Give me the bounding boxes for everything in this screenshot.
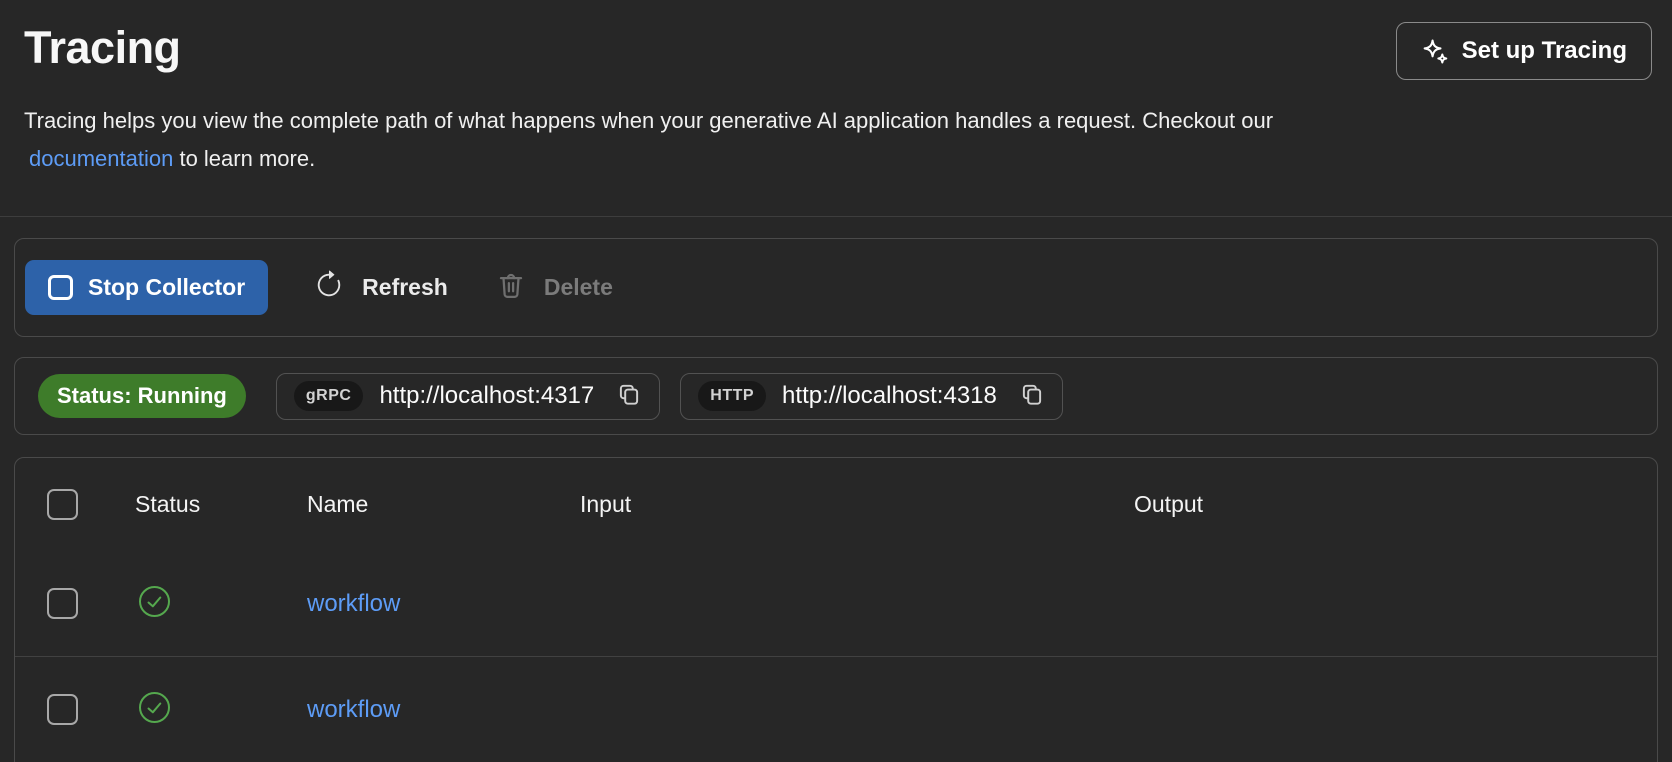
- column-header-output: Output: [1134, 491, 1204, 517]
- column-header-input: Input: [580, 491, 632, 517]
- copy-http-url-button[interactable]: [1019, 382, 1045, 411]
- description-tail: to learn more.: [179, 146, 316, 171]
- table-row: workflow: [15, 551, 1657, 657]
- stop-collector-button[interactable]: Stop Collector: [25, 260, 269, 315]
- table-row: workflow: [15, 657, 1657, 762]
- status-badge: Status: Running: [38, 374, 246, 418]
- sparkles-icon: [1421, 38, 1449, 65]
- page-title: Tracing: [24, 22, 181, 73]
- stop-collector-label: Stop Collector: [88, 274, 246, 300]
- refresh-icon: [314, 270, 344, 306]
- tracing-page: Tracing Set up Tracing Tracing helps you…: [0, 0, 1672, 762]
- select-all-checkbox[interactable]: [47, 489, 78, 520]
- trace-name-link[interactable]: workflow: [307, 590, 400, 617]
- delete-button[interactable]: Delete: [496, 270, 613, 306]
- http-protocol-badge: HTTP: [698, 381, 767, 411]
- trace-name-link[interactable]: workflow: [307, 696, 400, 723]
- column-header-name: Name: [307, 491, 369, 517]
- copy-icon: [1019, 382, 1045, 411]
- documentation-link[interactable]: documentation: [29, 146, 173, 171]
- row-select-cell: [47, 588, 135, 619]
- setup-tracing-button[interactable]: Set up Tracing: [1395, 22, 1652, 80]
- grpc-protocol-badge: gRPC: [293, 381, 364, 411]
- collector-toolbar: Stop Collector Refresh Delete: [14, 238, 1658, 337]
- row-status-cell: [135, 585, 307, 623]
- success-check-icon: [138, 691, 171, 724]
- refresh-button[interactable]: Refresh: [314, 270, 448, 306]
- row-checkbox[interactable]: [47, 588, 78, 619]
- row-checkbox[interactable]: [47, 694, 78, 725]
- row-select-cell: [47, 694, 135, 725]
- http-endpoint-url: http://localhost:4318: [782, 382, 997, 409]
- http-endpoint: HTTP http://localhost:4318: [680, 372, 1063, 420]
- page-description: Tracing helps you view the complete path…: [24, 102, 1648, 178]
- setup-tracing-label: Set up Tracing: [1461, 37, 1627, 64]
- refresh-label: Refresh: [362, 274, 448, 300]
- select-all-cell: [47, 489, 135, 520]
- grpc-endpoint-url: http://localhost:4317: [379, 382, 595, 409]
- grpc-endpoint: gRPC http://localhost:4317: [275, 372, 661, 420]
- page-header: Tracing Set up Tracing: [0, 0, 1672, 80]
- stop-icon: [48, 275, 73, 300]
- section-divider: [0, 216, 1672, 217]
- row-status-cell: [135, 691, 307, 729]
- trash-icon: [496, 270, 526, 306]
- success-check-icon: [138, 585, 171, 618]
- copy-grpc-url-button[interactable]: [616, 382, 642, 411]
- collector-status-bar: Status: Running gRPC http://localhost:43…: [14, 357, 1658, 435]
- column-header-status: Status: [135, 491, 201, 517]
- row-name-cell: workflow: [307, 590, 580, 618]
- row-name-cell: workflow: [307, 696, 580, 724]
- copy-icon: [616, 382, 642, 411]
- traces-table: Status Name Input Output workflow workfl…: [14, 457, 1658, 762]
- delete-label: Delete: [543, 274, 613, 300]
- table-header-row: Status Name Input Output: [15, 458, 1657, 551]
- description-text: Tracing helps you view the complete path…: [24, 108, 1274, 133]
